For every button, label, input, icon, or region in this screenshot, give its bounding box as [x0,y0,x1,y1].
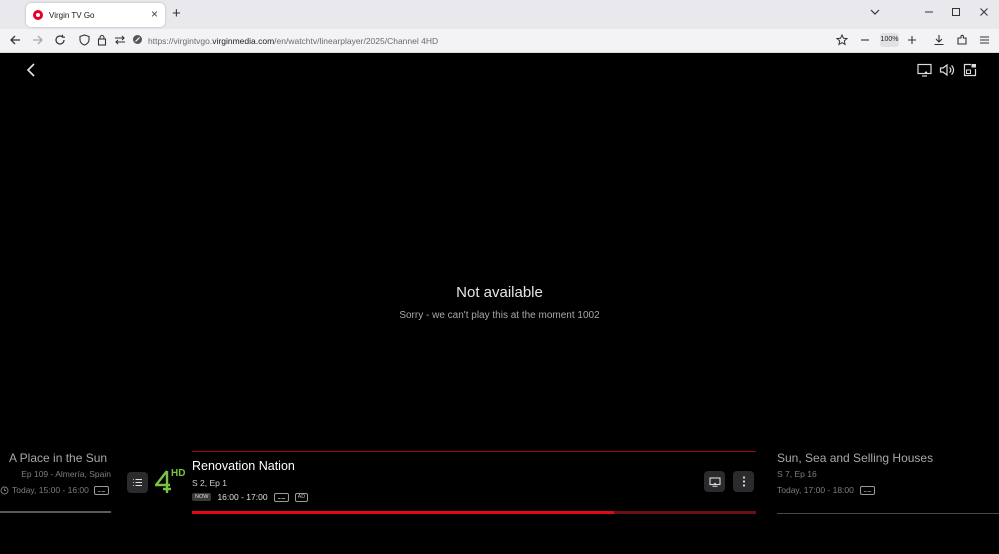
replay-clock-icon [0,486,9,495]
previous-programme[interactable]: A Place in the Sun Ep 109 - Almería, Spa… [0,451,111,495]
zoom-out-icon[interactable] [860,34,870,48]
progress-fill [192,511,614,514]
extensions-icon[interactable] [956,34,968,48]
nav-bar: https://virgintvgo.virginmedia.com/en/wa… [0,29,999,53]
browser-tab[interactable]: Virgin TV Go × [26,3,165,27]
error-title: Not available [456,284,543,301]
menu-hamburger-icon[interactable] [979,34,990,48]
current-programme-progress[interactable] [192,511,756,514]
bookmark-star-icon[interactable] [835,33,849,48]
downloads-icon[interactable] [933,34,945,48]
channel-4-hd-logo: HD [155,468,189,494]
url-bar[interactable]: https://virgintvgo.virginmedia.com/en/wa… [148,36,438,46]
player-back-icon[interactable] [24,62,40,78]
tab-bar: Virgin TV Go × + [0,0,999,29]
previous-programme-episode: Ep 109 - Almería, Spain [21,469,111,479]
browser-chrome: Virgin TV Go × + https://virgintvgo.virg… [0,0,999,53]
cast-to-tv-button[interactable] [704,471,725,492]
site-info-icon[interactable] [132,34,143,47]
minimize-icon[interactable] [924,7,934,19]
url-prefix: https://virgintvgo. [148,36,213,46]
new-tab-icon[interactable]: + [172,6,181,21]
current-programme-title: Renovation Nation [192,459,295,473]
tab-list-chevron-icon[interactable] [870,7,880,19]
next-programme-title: Sun, Sea and Selling Houses [777,451,934,465]
list-icon [133,478,142,487]
cast-screen-icon[interactable] [917,63,933,77]
zoom-level[interactable]: 100% [880,33,899,47]
url-path: /en/watchtv/linearplayer/2025/Channel 4H… [274,36,439,46]
guide-list-button[interactable] [127,472,148,493]
close-window-icon[interactable] [979,7,989,19]
picture-in-picture-icon[interactable] [963,63,979,77]
current-programme-time: 16:00 - 17:00 [217,492,268,502]
subtitles-icon [859,485,875,495]
virgin-favicon-icon [33,10,43,20]
subtitles-icon [93,485,109,495]
tab-close-icon[interactable]: × [151,8,158,20]
back-arrow-icon[interactable] [9,34,21,48]
current-programme-episode: S 2, Ep 1 [192,478,227,488]
channel-hd-label: HD [171,468,186,479]
audio-description-badge: AD [294,492,309,502]
now-badge: NOW [192,493,212,501]
next-programme-episode: S 7, Ep 16 [777,469,817,479]
zoom-in-icon[interactable] [907,34,917,48]
forward-arrow-icon[interactable] [32,34,44,48]
permissions-icon[interactable] [114,34,126,48]
tv-icon [708,476,721,487]
subtitles-icon [273,492,289,502]
more-options-button[interactable] [733,471,754,492]
volume-icon[interactable] [939,63,955,77]
lock-icon[interactable] [97,34,107,48]
maximize-icon[interactable] [951,7,961,19]
next-programme-progress [777,513,999,514]
next-programme[interactable]: Sun, Sea and Selling Houses S 7, Ep 16 T… [777,451,999,495]
video-player[interactable]: Not available Sorry - we can't play this… [0,54,999,554]
previous-programme-time: Today, 15:00 - 16:00 [12,485,89,495]
next-programme-time: Today, 17:00 - 18:00 [777,485,854,495]
shield-icon[interactable] [79,34,90,48]
previous-programme-title: A Place in the Sun [9,451,108,465]
previous-programme-progress [0,511,111,513]
tab-title: Virgin TV Go [49,10,95,20]
url-domain: virginmedia.com [212,36,275,46]
reload-icon[interactable] [54,34,66,48]
error-message: Sorry - we can't play this at the moment… [399,310,600,321]
more-vertical-icon [742,476,745,487]
current-programme[interactable]: Renovation Nation S 2, Ep 1 NOW 16:00 - … [192,451,756,515]
